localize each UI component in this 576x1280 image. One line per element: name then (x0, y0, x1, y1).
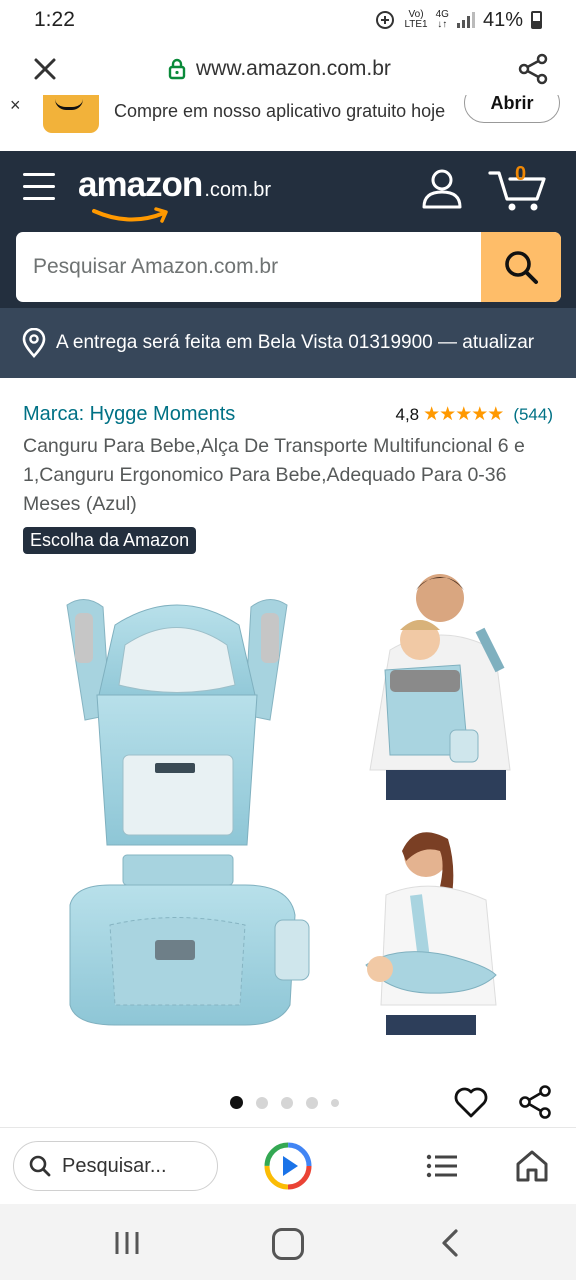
menu-icon[interactable] (23, 173, 55, 201)
search-icon (29, 1155, 51, 1177)
location-pin-icon (22, 328, 46, 358)
amazon-app-icon (43, 95, 99, 133)
google-assistant-play-icon[interactable] (264, 1142, 312, 1190)
hotspot-icon (376, 11, 395, 29)
amazon-logo[interactable]: amazon .com.br (78, 165, 271, 223)
browser-search-label: Pesquisar... (62, 1154, 167, 1177)
wishlist-heart-icon[interactable] (453, 1084, 489, 1120)
delivery-text: A entrega será feita em Bela Vista 01319… (56, 332, 535, 353)
browser-bottom-toolbar: Pesquisar... (0, 1127, 576, 1204)
logo-smile-icon (92, 207, 168, 223)
close-icon[interactable] (30, 54, 60, 84)
brand-rating-row: Marca: Hygge Moments 4,8 ★★★★★ (544) (23, 403, 553, 426)
battery-icon (531, 11, 542, 29)
browser-search-button[interactable]: Pesquisar... (13, 1141, 218, 1191)
logo-word: amazon (78, 165, 203, 204)
tech-bottom: ↓↑ (437, 19, 448, 30)
open-app-button[interactable]: Abrir (464, 95, 560, 123)
url-field[interactable]: www.amazon.com.br (168, 57, 391, 81)
product-image-father[interactable] (350, 570, 520, 802)
system-navigation-bar (0, 1204, 576, 1280)
brand-link[interactable]: Marca: Hygge Moments (23, 403, 235, 426)
home-button[interactable] (272, 1228, 304, 1260)
signal-icon (456, 12, 475, 28)
star-rating-icon: ★★★★★ (423, 404, 504, 425)
home-icon[interactable] (514, 1148, 550, 1184)
rating-value: 4,8 (395, 404, 420, 424)
network-bottom: LTE1 (404, 19, 428, 30)
image-carousel-dots[interactable] (230, 1096, 339, 1109)
app-banner: × Compre em nosso aplicativo gratuito ho… (0, 95, 576, 151)
lock-icon (168, 58, 186, 80)
cart-count: 0 (515, 163, 527, 185)
tabs-list-icon[interactable] (425, 1153, 459, 1179)
data-indicator: 4G ↓↑ (436, 10, 449, 30)
status-time: 1:22 (34, 8, 75, 31)
account-icon[interactable] (420, 167, 464, 211)
carousel-dot[interactable] (256, 1096, 268, 1109)
recent-apps-icon[interactable] (113, 1230, 141, 1256)
product-image-mother[interactable] (356, 825, 514, 1035)
amazon-choice-badge: Escolha da Amazon (23, 527, 197, 554)
review-count[interactable]: (544) (513, 405, 553, 425)
delivery-location-bar[interactable]: A entrega será feita em Bela Vista 01319… (0, 308, 576, 378)
banner-close-icon[interactable]: × (10, 95, 21, 116)
status-bar: 1:22 Vo) LTE1 4G ↓↑ 41% (0, 0, 576, 40)
search-icon (505, 251, 538, 284)
banner-text: Compre em nosso aplicativo gratuito hoje (114, 101, 446, 121)
search-bar (16, 232, 561, 302)
product-share-icon[interactable] (516, 1083, 554, 1121)
network-indicator: Vo) LTE1 (404, 10, 427, 30)
battery-percent: 41% (482, 8, 523, 31)
product-image-carrier[interactable] (55, 585, 325, 1040)
status-icons: Vo) LTE1 4G ↓↑ 41% (374, 9, 542, 32)
search-input[interactable] (16, 232, 481, 302)
rating[interactable]: 4,8 ★★★★★ (544) (396, 403, 554, 426)
search-button[interactable] (481, 232, 561, 302)
product-title: Canguru Para Bebe,Alça De Transporte Mul… (23, 435, 525, 515)
amazon-header: amazon .com.br 0 (0, 151, 576, 308)
back-icon[interactable] (436, 1228, 464, 1258)
carousel-dot[interactable] (331, 1098, 339, 1107)
url-text: www.amazon.com.br (196, 57, 391, 80)
share-icon[interactable] (516, 52, 550, 86)
cart-button[interactable]: 0 (488, 163, 550, 213)
browser-url-bar: www.amazon.com.br (0, 40, 576, 102)
carousel-dot[interactable] (306, 1096, 318, 1109)
carousel-dot-active[interactable] (230, 1096, 243, 1109)
logo-tld: .com.br (204, 179, 271, 201)
carousel-dot[interactable] (281, 1096, 293, 1109)
page: 1:22 Vo) LTE1 4G ↓↑ 41% www.amazon.com.br … (0, 0, 576, 1280)
